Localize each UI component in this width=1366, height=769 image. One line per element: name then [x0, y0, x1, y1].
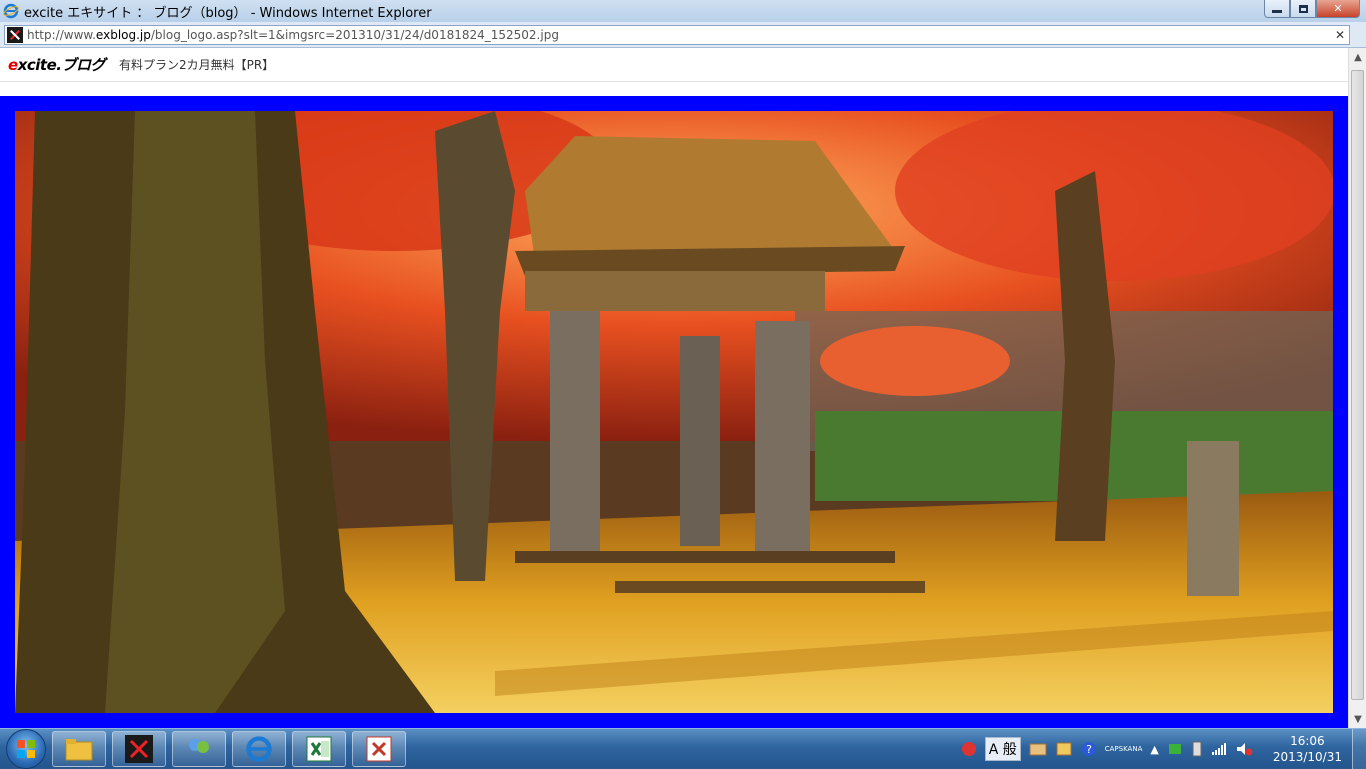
scroll-down-icon[interactable]: ▼ [1349, 710, 1366, 728]
window-title-bar: excite エキサイト ： ブログ（blog） - Windows Inter… [0, 0, 1366, 22]
browser-content: excite.ブログ 有料プラン2カ月無料【PR】 ▲ ▼ [0, 48, 1366, 728]
usb-icon [1192, 741, 1202, 757]
excite-blog-logo[interactable]: excite.ブログ [8, 54, 105, 75]
ime-indicator[interactable]: A 般 [984, 737, 1021, 761]
windows-logo-icon [17, 739, 35, 758]
volume-icon[interactable] [1235, 741, 1253, 757]
network-icon[interactable] [1211, 742, 1227, 756]
action-center-icon[interactable] [1167, 741, 1183, 757]
window-controls: ✕ [1264, 0, 1360, 18]
taskbar-file-explorer[interactable] [52, 730, 106, 767]
address-bar: http://www.exblog.jp/blog_logo.asp?slt=1… [0, 22, 1366, 48]
excite-header: excite.ブログ 有料プラン2カ月無料【PR】 [0, 48, 1348, 82]
folder-icon [65, 738, 93, 760]
photo-illustration [15, 111, 1333, 713]
vertical-scrollbar[interactable]: ▲ ▼ [1348, 48, 1366, 728]
scroll-up-icon[interactable]: ▲ [1349, 48, 1366, 66]
speaker-muted-icon [1236, 743, 1253, 756]
book-icon [1056, 742, 1072, 756]
taskbar-internet-explorer[interactable] [232, 730, 286, 767]
taskbar-messenger[interactable] [172, 730, 226, 767]
ime-tools-icon[interactable] [1029, 741, 1047, 757]
presentation-icon [366, 736, 392, 761]
scroll-thumb[interactable] [1351, 70, 1364, 700]
site-favicon-icon [7, 26, 23, 43]
autumn-temple-gate-photo [15, 111, 1333, 713]
svg-text:?: ? [1086, 743, 1092, 756]
close-icon: ✕ [1333, 2, 1343, 15]
windows-live-messenger-icon [189, 738, 209, 753]
internet-explorer-icon [3, 3, 19, 19]
start-button[interactable] [6, 728, 46, 769]
url-field[interactable]: http://www.exblog.jp/blog_logo.asp?slt=1… [4, 24, 1350, 45]
promo-link[interactable]: 有料プラン2カ月無料【PR】 [119, 56, 274, 73]
help-icon[interactable]: ? [1081, 741, 1097, 757]
window-title: excite エキサイト ： ブログ（blog） - Windows Inter… [24, 5, 432, 21]
restore-icon [1298, 4, 1308, 13]
close-button[interactable]: ✕ [1316, 0, 1360, 18]
taskbar-excite-blog[interactable] [112, 730, 166, 767]
excel-icon [306, 736, 332, 761]
system-tray: A 般 ? CAPS KANA ▲ 16:06 2013/10/31 [957, 729, 1366, 769]
image-frame [0, 96, 1348, 728]
show-desktop-button[interactable] [1352, 729, 1366, 769]
signal-bars-icon [1211, 743, 1226, 755]
removable-device-icon[interactable] [1191, 741, 1203, 757]
url-text: http://www.exblog.jp/blog_logo.asp?slt=1… [27, 27, 559, 42]
caps-kana-indicator: CAPS KANA [1104, 744, 1143, 753]
ime-dictionary-icon[interactable] [1055, 741, 1073, 757]
clock-date: 2013/10/31 [1272, 750, 1342, 764]
internet-explorer-icon [246, 735, 272, 762]
tray-red-icon [961, 742, 976, 756]
excite-blog-icon [125, 734, 153, 763]
show-hidden-icons-icon[interactable]: ▲ [1150, 743, 1158, 756]
clock-time: 16:06 [1290, 734, 1325, 748]
flag-check-icon [1168, 744, 1181, 754]
question-icon: ? [1081, 742, 1096, 756]
system-clock[interactable]: 16:06 2013/10/31 [1273, 733, 1342, 765]
taskbar: A 般 ? CAPS KANA ▲ 16:06 2013/10/31 [0, 728, 1366, 769]
address-close-icon[interactable]: ✕ [1335, 28, 1345, 42]
maximize-button[interactable] [1290, 0, 1316, 18]
minimize-icon [1272, 10, 1282, 13]
ime-pad-icon [1029, 743, 1047, 756]
taskbar-presentation[interactable] [352, 730, 406, 767]
minimize-button[interactable] [1264, 0, 1290, 18]
tray-app-icon[interactable] [961, 741, 977, 757]
taskbar-excel[interactable] [292, 730, 346, 767]
